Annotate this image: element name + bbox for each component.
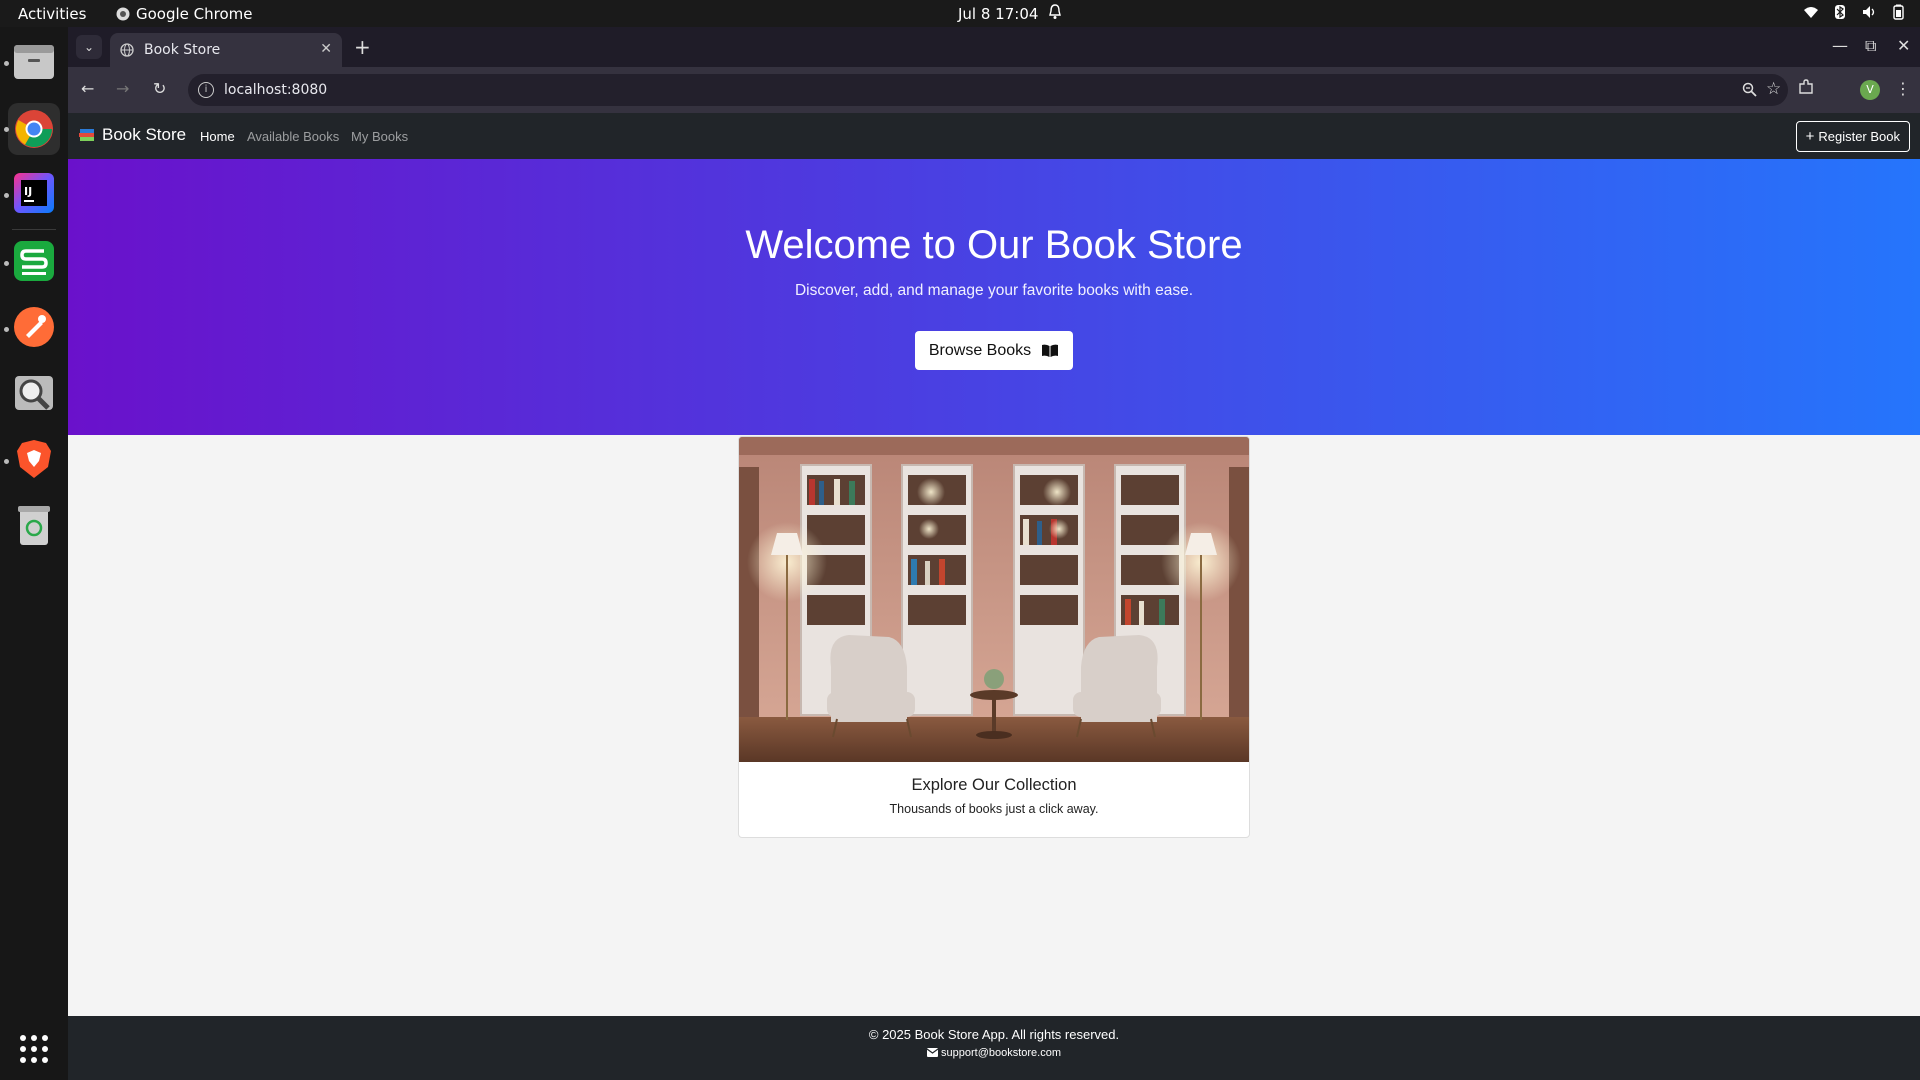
dock: IJ [0,27,68,1080]
hero-subtitle: Discover, add, and manage your favorite … [794,282,1194,299]
dock-separator [12,229,56,230]
hero-section: Welcome to Our Book Store Discover, add,… [68,159,1920,435]
bluetooth-icon [1832,4,1848,20]
library-room-image [739,437,1249,762]
brand-name: Book Store [102,125,187,144]
footer-contact[interactable]: support@bookstore.com [68,1047,1920,1059]
chevron-down-icon: ⌄ [83,40,95,54]
chrome-small-icon [116,7,130,21]
system-tray[interactable] [1803,4,1906,20]
site-brand[interactable]: Book Store [78,125,186,145]
reload-icon[interactable]: ↻ [153,79,166,98]
register-book-label: Register Book [1818,129,1900,144]
active-app-name: Google Chrome [136,5,253,23]
battery-icon [1890,4,1906,20]
site-info-icon[interactable]: i [198,82,214,98]
envelope-icon [926,1048,939,1057]
trash-icon[interactable] [10,501,58,549]
register-book-button[interactable]: + Register Book [1795,121,1910,152]
spreadsheet-app-icon[interactable] [10,237,58,285]
browser-toolbar: ← → ↻ i localhost:8080 ☆ V ⋮ [68,67,1920,113]
app-grid-icon[interactable] [10,1025,58,1073]
tab-title: Book Store [144,42,221,58]
card-text: Thousands of books just a click away. [889,802,1099,816]
plus-icon: + [1805,128,1815,145]
zoom-icon[interactable] [1742,82,1757,101]
collection-card: Explore Our Collection Thousands of book… [738,436,1250,838]
globe-icon [120,43,134,57]
nav-available-books[interactable]: Available Books [247,129,339,144]
chrome-running-indicator [4,127,9,132]
tab-search-button[interactable]: ⌄ [76,35,102,59]
card-title: Explore Our Collection [911,776,1077,794]
address-bar[interactable]: i localhost:8080 ☆ [188,74,1788,106]
files-icon[interactable] [10,37,58,85]
svg-text:IJ: IJ [24,185,32,198]
back-icon[interactable]: ← [81,79,94,98]
chrome-icon[interactable] [8,103,60,155]
spreadsheet-running-indicator [4,261,9,266]
forward-icon[interactable]: → [116,79,129,98]
notification-bell-icon[interactable] [1048,4,1062,24]
web-page: Book Store Home Available Books My Books… [68,113,1920,1080]
extensions-icon[interactable] [1798,79,1814,99]
active-app-menu[interactable]: Google Chrome [116,5,253,23]
nav-home[interactable]: Home [200,129,235,144]
brave-running-indicator [4,459,9,464]
footer-copyright: © 2025 Book Store App. All rights reserv… [868,1027,1120,1042]
browser-tab[interactable]: Book Store ✕ [110,33,342,67]
browser-tab-strip: ⌄ Book Store ✕ + — ⧉ ✕ [68,27,1920,67]
system-top-bar: Activities Google Chrome Jul 8 17:04 [0,0,1920,27]
wifi-icon [1803,4,1819,20]
volume-icon [1861,4,1877,20]
site-navbar: Book Store Home Available Books My Books… [68,113,1920,159]
restore-icon[interactable]: ⧉ [1865,36,1876,56]
minimize-icon[interactable]: — [1832,36,1848,55]
nav-my-books[interactable]: My Books [351,129,408,144]
browse-books-button[interactable]: Browse Books [915,331,1073,370]
clock[interactable]: Jul 8 17:04 [958,5,1038,23]
chrome-menu-icon[interactable]: ⋮ [1895,79,1911,98]
intellij-icon[interactable]: IJ [10,169,58,217]
open-book-icon [1042,344,1059,357]
url-text: localhost:8080 [224,82,328,98]
profile-avatar[interactable]: V [1860,80,1880,100]
activities-button[interactable]: Activities [18,5,86,23]
postman-running-indicator [4,327,9,332]
bookmark-star-icon[interactable]: ☆ [1766,79,1781,99]
browse-books-label: Browse Books [928,341,1032,359]
site-footer: © 2025 Book Store App. All rights reserv… [68,1016,1920,1080]
postman-icon[interactable] [10,303,58,351]
close-window-icon[interactable]: ✕ [1897,36,1910,55]
files-running-indicator [4,61,9,66]
intellij-running-indicator [4,193,9,198]
tab-close-icon[interactable]: ✕ [320,41,332,57]
new-tab-button[interactable]: + [354,35,371,59]
brave-icon[interactable] [10,435,58,483]
hero-title: Welcome to Our Book Store [745,223,1243,267]
books-icon [79,129,94,141]
image-viewer-icon[interactable] [10,369,58,417]
footer-email[interactable]: support@bookstore.com [941,1047,1061,1059]
